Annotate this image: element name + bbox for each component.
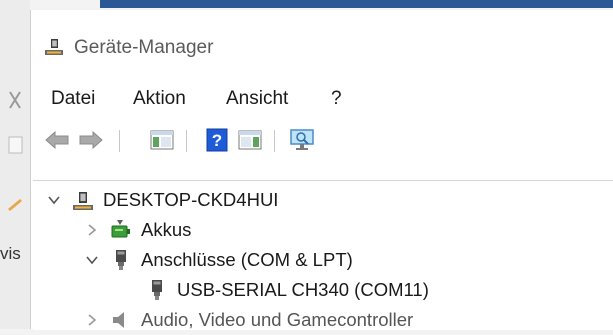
titlebar: Geräte-Manager <box>31 10 613 74</box>
svg-text:?: ? <box>212 131 222 150</box>
port-connector-icon <box>152 280 162 300</box>
device-manager-icon <box>45 39 63 55</box>
chevron-down-icon[interactable] <box>47 193 61 207</box>
menu-ansicht[interactable]: Ansicht <box>226 88 288 110</box>
action-pane-button[interactable] <box>236 126 264 154</box>
device-manager-window: Geräte-Manager Datei Aktion Ansicht ? ? … <box>30 10 613 330</box>
computer-icon <box>73 192 93 210</box>
ghost-icon <box>9 91 21 109</box>
menu-bar: Datei Aktion Ansicht ? <box>31 84 613 118</box>
ghost-folder-icon <box>8 199 22 211</box>
scan-hardware-icon <box>290 129 314 150</box>
tree-item-anschluesse[interactable]: Anschlüsse (COM & LPT) <box>85 245 353 275</box>
background-window-titlebar <box>100 0 613 8</box>
ghost-document-icon <box>8 136 23 154</box>
toolbar-separator <box>119 130 120 152</box>
forward-button[interactable] <box>77 126 105 154</box>
window-title: Geräte-Manager <box>74 37 214 58</box>
speaker-icon <box>113 312 124 328</box>
toolbar-separator <box>274 130 275 152</box>
battery-icon <box>111 220 130 238</box>
help-button[interactable]: ? <box>203 126 231 154</box>
tree-item-usb-serial[interactable]: USB-SERIAL CH340 (COM11) <box>145 275 429 305</box>
help-icon: ? <box>206 128 228 152</box>
action-pane-icon <box>238 130 262 150</box>
chevron-down-icon[interactable] <box>85 253 99 267</box>
device-tree: DESKTOP-CKD4HUI Akkus Anschlüsse (COM & … <box>33 180 613 330</box>
chevron-right-icon[interactable] <box>85 313 99 327</box>
tree-item-label: Akkus <box>141 219 192 240</box>
background-window-text: vis <box>0 244 21 263</box>
tree-item-label: USB-SERIAL CH340 (COM11) <box>177 279 429 300</box>
back-button[interactable] <box>43 126 71 154</box>
tree-item-label: Audio, Video und Gamecontroller <box>141 309 414 330</box>
menu-datei[interactable]: Datei <box>51 88 95 110</box>
show-hide-console-tree-icon <box>150 130 174 150</box>
chevron-right-icon[interactable] <box>85 223 99 237</box>
menu-help[interactable]: ? <box>331 88 342 110</box>
toolbar-separator <box>186 130 187 152</box>
port-connector-icon <box>116 250 126 270</box>
menu-aktion[interactable]: Aktion <box>133 88 186 110</box>
tree-item-label: Anschlüsse (COM & LPT) <box>141 249 353 270</box>
toolbar: ? <box>31 122 613 162</box>
tree-item-akkus[interactable]: Akkus <box>85 215 191 245</box>
show-hide-console-tree-button[interactable] <box>148 126 176 154</box>
tree-item-audio[interactable]: Audio, Video und Gamecontroller <box>85 305 413 335</box>
background-window-edge <box>0 0 30 329</box>
tree-root[interactable]: DESKTOP-CKD4HUI <box>47 185 278 215</box>
back-icon <box>45 131 69 149</box>
tree-root-label: DESKTOP-CKD4HUI <box>103 189 279 210</box>
scan-hardware-button[interactable] <box>289 126 317 154</box>
forward-icon <box>79 131 103 149</box>
